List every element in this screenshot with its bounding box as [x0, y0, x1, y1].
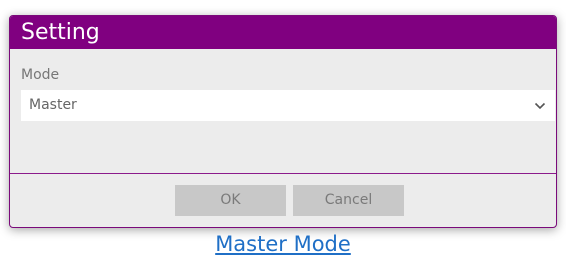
mode-select-value: Master: [29, 97, 77, 113]
ok-button[interactable]: OK: [175, 185, 286, 216]
cancel-button[interactable]: Cancel: [293, 185, 404, 216]
footer-divider: [10, 173, 556, 174]
chevron-down-icon: [533, 90, 547, 121]
mode-select[interactable]: Master: [21, 90, 555, 121]
dialog-title: Setting: [10, 16, 556, 49]
settings-dialog: Setting Mode Master OK Cancel: [9, 15, 557, 228]
mode-label: Mode: [21, 67, 60, 83]
caption-link[interactable]: Master Mode: [0, 230, 566, 258]
